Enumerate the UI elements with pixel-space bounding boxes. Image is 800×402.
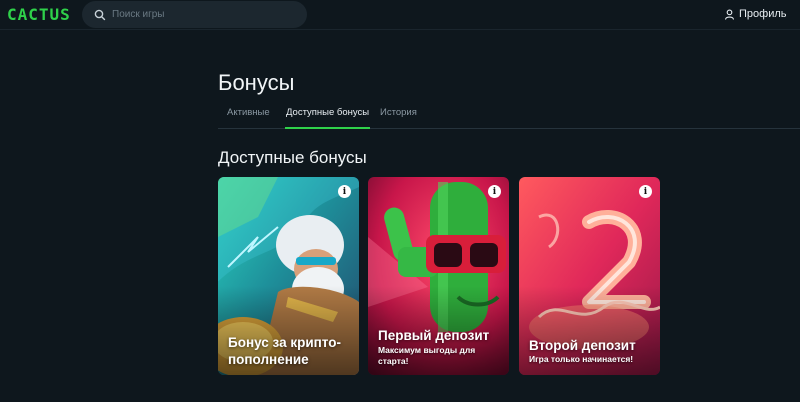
- bonus-card-crypto[interactable]: i Бонус за крипто-пополнение: [218, 177, 359, 375]
- bonus-card-second-deposit[interactable]: i Второй депозит Игра только начинается!: [519, 177, 660, 375]
- profile-label: Профиль: [739, 8, 787, 20]
- card-title: Первый депозит: [378, 328, 490, 343]
- card-subtitle: Игра только начинается!: [529, 354, 634, 364]
- tab-active[interactable]: Активные: [227, 107, 270, 129]
- card-subtitle: Максимум выгоды для старта!: [378, 345, 476, 366]
- search-icon: [94, 9, 106, 21]
- page-title: Бонусы: [218, 70, 295, 95]
- info-icon[interactable]: i: [639, 185, 652, 198]
- info-icon[interactable]: i: [338, 185, 351, 198]
- info-icon[interactable]: i: [488, 185, 501, 198]
- card-title: Бонус за крипто-пополнение: [228, 335, 341, 367]
- bonus-card-first-deposit[interactable]: i Первый депозит Максимум выгоды для ста…: [368, 177, 509, 375]
- card-title: Второй депозит: [529, 338, 636, 353]
- profile-link[interactable]: Профиль: [724, 8, 787, 20]
- search-input[interactable]: [112, 9, 292, 20]
- search-bar[interactable]: [82, 1, 307, 28]
- bonus-tabs: Активные Доступные бонусы История: [218, 103, 800, 129]
- cactus-logo[interactable]: CACTUS: [7, 5, 71, 24]
- section-title: Доступные бонусы: [218, 148, 367, 167]
- user-icon: [724, 9, 735, 20]
- top-bar: CACTUS Профиль: [0, 0, 800, 30]
- tab-history[interactable]: История: [380, 107, 417, 129]
- tab-available-bonuses[interactable]: Доступные бонусы: [285, 107, 371, 129]
